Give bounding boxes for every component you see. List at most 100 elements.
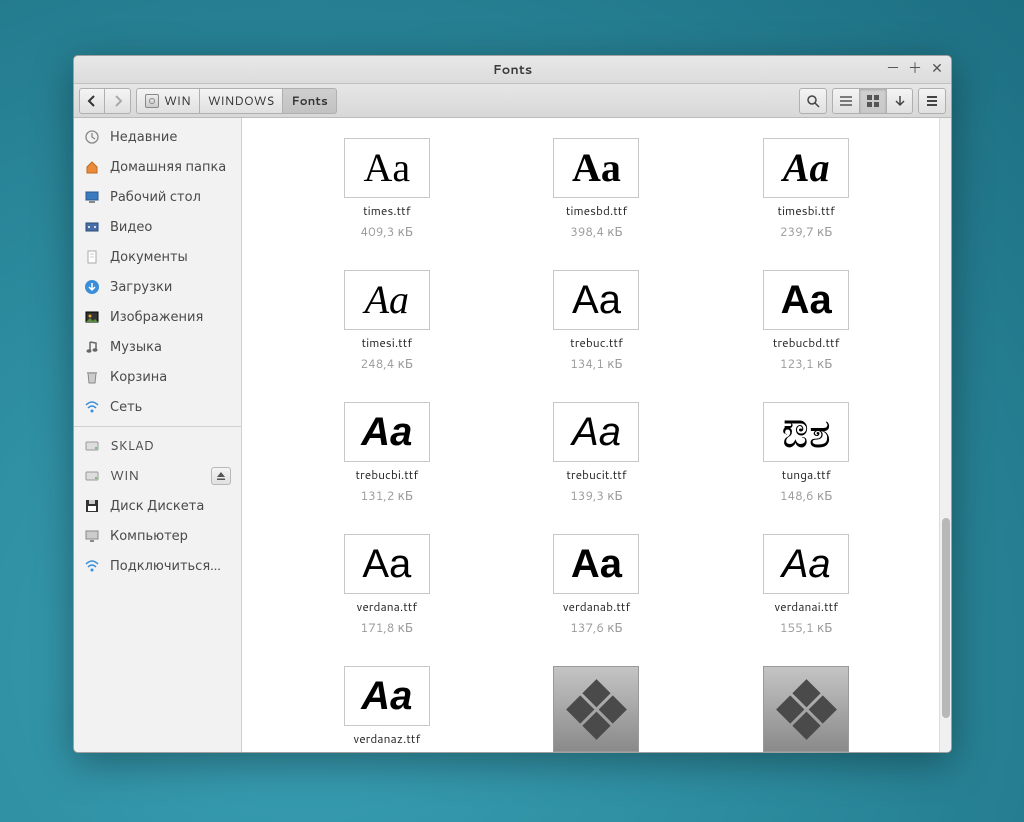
sidebar-item-label: Корзина — [110, 368, 167, 386]
sidebar-device-item[interactable]: WIN — [74, 461, 241, 491]
font-preview-icon: ಔಶ — [763, 402, 849, 462]
path-segment[interactable]: Fonts — [283, 88, 337, 114]
sidebar-item-label: WIN — [110, 467, 139, 485]
scrollbar[interactable] — [939, 118, 951, 752]
file-item[interactable]: Aatimes.ttf409,3 кБ — [344, 138, 430, 240]
back-button[interactable] — [79, 88, 105, 114]
file-name: verdanai.ttf — [774, 598, 838, 615]
file-item[interactable]: Aa trebuc.ttf 134,1 кБ — [553, 270, 639, 372]
file-size: 131,2 кБ — [361, 487, 414, 504]
wifi-icon — [84, 399, 100, 415]
file-item[interactable]: vga775.fon5,2 кБ — [763, 666, 849, 752]
font-preview-icon: Aa — [763, 138, 849, 198]
sidebar-device-item[interactable]: Компьютер — [74, 521, 241, 551]
file-size: 154,8 кБ — [361, 751, 414, 752]
font-preview-icon: Aa — [344, 534, 430, 594]
drive-icon — [145, 94, 159, 108]
breadcrumb: WINWINDOWSFonts — [136, 88, 337, 114]
menu-button[interactable] — [918, 88, 946, 114]
file-item[interactable]: vga737.fon5,2 кБ — [553, 666, 639, 752]
minimize-button[interactable]: － — [885, 60, 901, 76]
sidebar-item[interactable]: Сеть — [74, 392, 241, 422]
toolbar: WINWINDOWSFonts — [74, 84, 951, 118]
file-item[interactable]: ಔಶtunga.ttf148,6 кБ — [763, 402, 849, 504]
sidebar-item[interactable]: Музыка — [74, 332, 241, 362]
file-manager-window: Fonts － ＋ ✕ WINWINDOWSFonts НедавниеДома… — [73, 55, 952, 753]
sidebar-device-item[interactable]: SKLAD — [74, 431, 241, 461]
file-item[interactable]: Aatimesbi.ttf239,7 кБ — [763, 138, 849, 240]
file-size: 239,7 кБ — [780, 223, 833, 240]
eject-button[interactable] — [211, 467, 231, 485]
path-segment-root[interactable]: WIN — [136, 88, 200, 114]
file-item[interactable]: Aa verdana.ttf 171,8 кБ — [344, 534, 430, 636]
view-mode-group — [832, 88, 913, 114]
list-view-button[interactable] — [832, 88, 860, 114]
font-preview-icon: Aa — [553, 270, 639, 330]
file-name: verdana.ttf — [357, 598, 418, 615]
nav-buttons — [79, 88, 131, 114]
trash-icon — [84, 369, 100, 385]
file-item[interactable]: Aatimesbd.ttf398,4 кБ — [553, 138, 639, 240]
file-name: trebucit.ttf — [566, 466, 626, 483]
font-preview-icon: Aa — [553, 138, 639, 198]
file-name: timesi.ttf — [362, 334, 412, 351]
file-name: verdanaz.ttf — [353, 730, 420, 747]
window-title: Fonts — [493, 61, 533, 79]
close-button[interactable]: ✕ — [929, 60, 945, 76]
font-preview-icon: Aa — [553, 402, 639, 462]
scrollbar-thumb[interactable] — [942, 518, 950, 718]
sidebar-item-label: Домашняя папка — [110, 158, 226, 176]
file-name: verdanab.ttf — [563, 598, 631, 615]
sidebar-item-label: Недавние — [110, 128, 177, 146]
file-size: 134,1 кБ — [570, 355, 623, 372]
file-item[interactable]: Aaverdanab.ttf137,6 кБ — [553, 534, 639, 636]
clock-icon — [84, 129, 100, 145]
maximize-button[interactable]: ＋ — [907, 60, 923, 76]
view-options-button[interactable] — [887, 88, 913, 114]
file-item[interactable]: Aatrebucbd.ttf123,1 кБ — [763, 270, 849, 372]
sidebar-item-label: Изображения — [110, 308, 203, 326]
sidebar-item[interactable]: Недавние — [74, 122, 241, 152]
sidebar-item-label: Загрузки — [110, 278, 172, 296]
sidebar-item[interactable]: Документы — [74, 242, 241, 272]
file-size: 248,4 кБ — [361, 355, 414, 372]
sidebar-item-label: Сеть — [110, 398, 142, 416]
document-icon — [84, 249, 100, 265]
sidebar-item[interactable]: Видео — [74, 212, 241, 242]
search-button[interactable] — [799, 88, 827, 114]
file-item[interactable]: Aaverdanai.ttf155,1 кБ — [763, 534, 849, 636]
font-preview-icon: Aa — [344, 270, 430, 330]
file-size: 137,6 кБ — [570, 619, 623, 636]
titlebar[interactable]: Fonts － ＋ ✕ — [74, 56, 951, 84]
file-size: 409,3 кБ — [361, 223, 414, 240]
file-size: 123,1 кБ — [780, 355, 833, 372]
file-item[interactable]: Aa timesi.ttf 248,4 кБ — [344, 270, 430, 372]
path-segment[interactable]: WINDOWS — [200, 88, 284, 114]
sidebar-item-label: Рабочий стол — [110, 188, 201, 206]
file-name: trebuc.ttf — [570, 334, 623, 351]
floppy-icon — [84, 498, 100, 514]
file-item[interactable]: Aa verdanaz.ttf 154,8 кБ — [344, 666, 430, 752]
font-preview-icon: Aa — [344, 666, 430, 726]
sidebar-item-label: Диск Дискета — [110, 497, 204, 515]
sidebar-item[interactable]: Корзина — [74, 362, 241, 392]
sidebar-device-item[interactable]: Диск Дискета — [74, 491, 241, 521]
file-grid-container[interactable]: Aatimes.ttf409,3 кБAatimesbd.ttf398,4 кБ… — [242, 118, 951, 752]
file-item[interactable]: Aatrebucbi.ttf131,2 кБ — [344, 402, 430, 504]
file-name: timesbd.ttf — [566, 202, 627, 219]
sidebar-item[interactable]: Рабочий стол — [74, 182, 241, 212]
music-icon — [84, 339, 100, 355]
font-preview-icon: Aa — [344, 402, 430, 462]
sidebar-item[interactable]: Загрузки — [74, 272, 241, 302]
file-size: 155,1 кБ — [780, 619, 833, 636]
forward-button[interactable] — [105, 88, 131, 114]
drive-icon — [84, 468, 100, 484]
sidebar-item[interactable]: Изображения — [74, 302, 241, 332]
sidebar-item[interactable]: Домашняя папка — [74, 152, 241, 182]
sidebar-item-label: Документы — [110, 248, 188, 266]
sidebar-device-item[interactable]: Подключиться… — [74, 551, 241, 581]
file-item[interactable]: Aatrebucit.ttf139,3 кБ — [553, 402, 639, 504]
icon-view-button[interactable] — [860, 88, 887, 114]
image-icon — [84, 309, 100, 325]
file-size: 171,8 кБ — [361, 619, 414, 636]
